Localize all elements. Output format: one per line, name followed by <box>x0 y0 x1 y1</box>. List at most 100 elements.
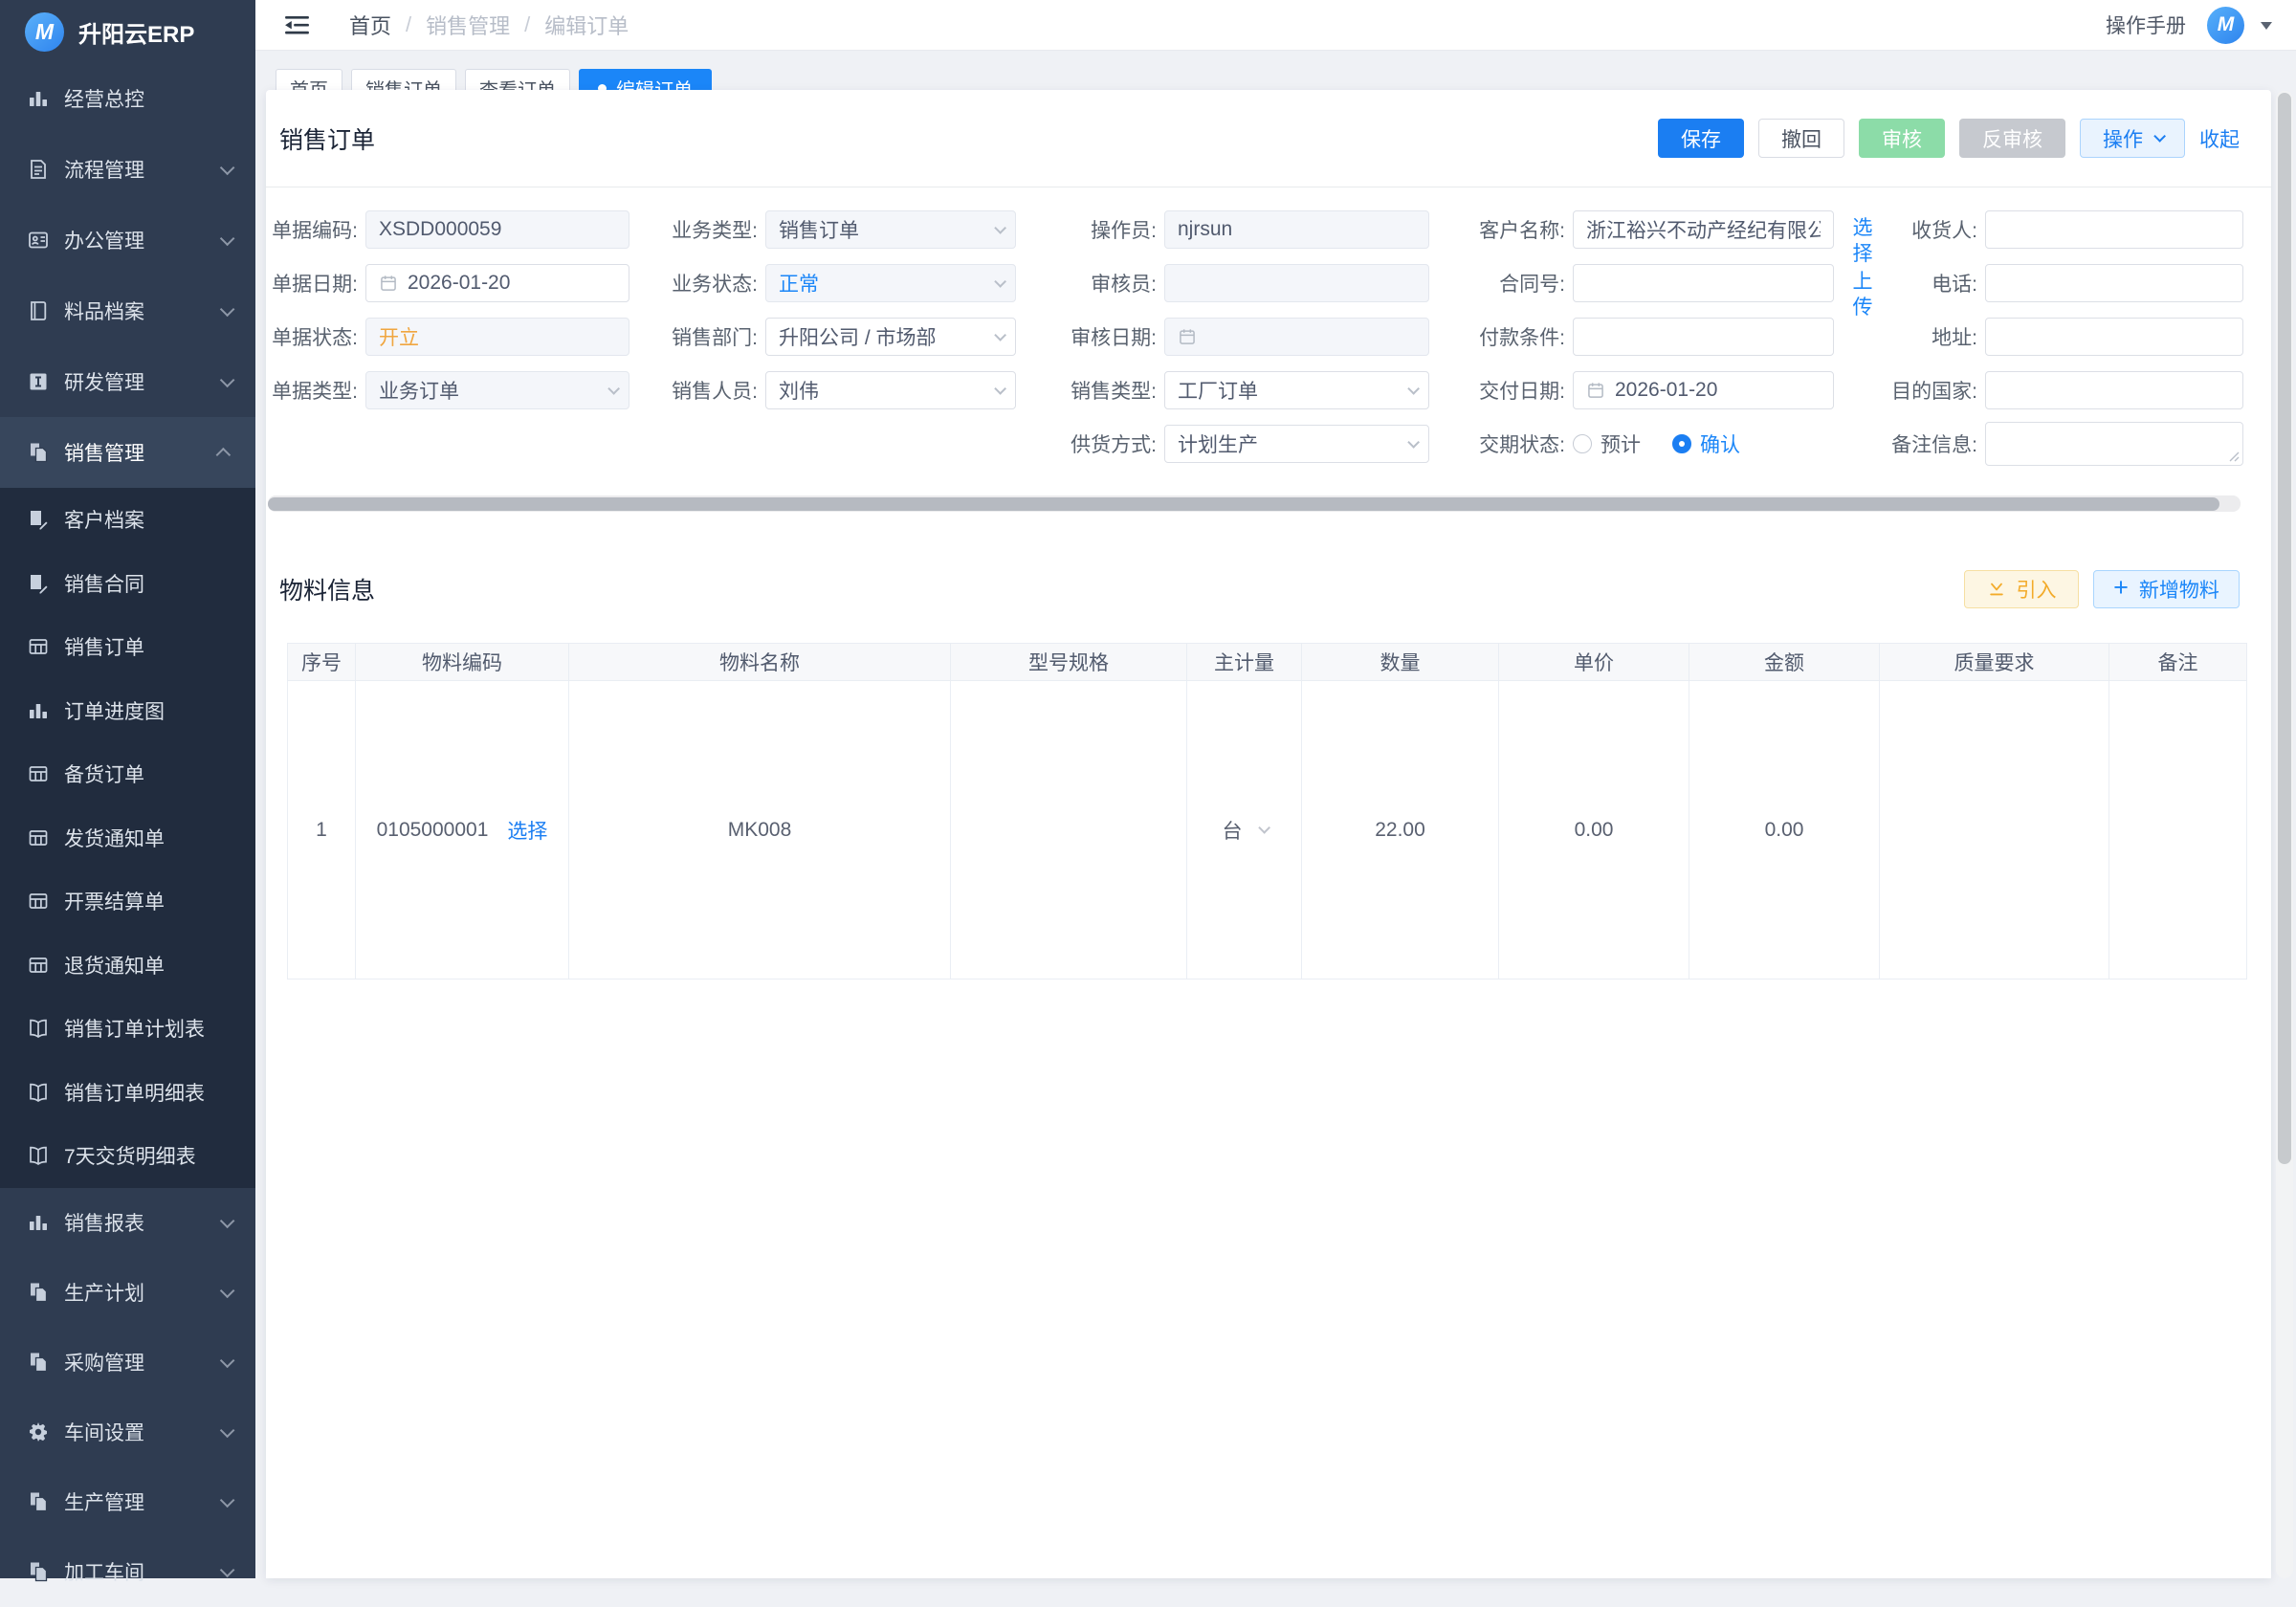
sidebar-item-sales-management[interactable]: 销售管理 <box>0 417 255 488</box>
topbar: 首页 / 销售管理 / 编辑订单 操作手册 M <box>255 0 2296 51</box>
sidebar-item-7day-delivery-report[interactable]: 7天交货明细表 <box>0 1124 255 1188</box>
sidebar-item-business-dashboard[interactable]: 经营总控 <box>0 63 255 134</box>
table-icon <box>27 890 50 913</box>
sidebar-item-sales-contract[interactable]: 销售合同 <box>0 552 255 616</box>
form-column-1: 单据编码: XSDD000059 单据日期: 2026-01-20 单据状态: … <box>270 210 629 409</box>
field-label: 单据日期: <box>270 269 365 297</box>
sidebar-item-customer-archives[interactable]: 客户档案 <box>0 488 255 552</box>
delivery-date-input[interactable]: 2026-01-20 <box>1573 371 1834 409</box>
sidebar-item-rd-management[interactable]: 研发管理 <box>0 346 255 417</box>
row-select-link[interactable]: 选择 <box>507 816 547 845</box>
col-header-name: 物料名称 <box>569 644 951 681</box>
doc-date-input[interactable]: 2026-01-20 <box>365 264 629 302</box>
sales-dept-select[interactable]: 升阳公司 / 市场部 <box>765 318 1016 356</box>
address-input[interactable] <box>1985 318 2243 356</box>
unaudit-button[interactable]: 反审核 <box>1959 119 2065 158</box>
sidebar-fold-icon[interactable] <box>285 15 309 35</box>
calendar-icon <box>379 274 398 293</box>
horizontal-scrollbar-thumb[interactable] <box>268 497 2219 511</box>
more-actions-button[interactable]: 操作 <box>2080 119 2185 158</box>
field-label: 销售类型: <box>1069 376 1164 405</box>
phone-input[interactable] <box>1985 264 2243 302</box>
sales-person-select[interactable]: 刘伟 <box>765 371 1016 409</box>
collapse-link[interactable]: 收起 <box>2199 124 2240 153</box>
sidebar-item-order-progress-chart[interactable]: 订单进度图 <box>0 679 255 743</box>
customer-select-link[interactable]: 选择 <box>1851 215 1874 267</box>
app-logo[interactable]: M 升阳云ERP <box>0 0 255 63</box>
chevron-down-icon <box>220 1283 235 1298</box>
col-header-seq: 序号 <box>288 644 356 681</box>
payment-terms-input[interactable] <box>1573 318 1834 356</box>
unit-select[interactable]: 台 <box>1187 816 1301 845</box>
chevron-down-icon <box>994 222 1006 234</box>
sidebar-item-shipment-notice[interactable]: 发货通知单 <box>0 806 255 870</box>
breadcrumb-sales-management[interactable]: 销售管理 <box>426 10 510 40</box>
resize-grip-icon[interactable] <box>2228 451 2240 462</box>
sidebar-item-workshop-settings[interactable]: 车间设置 <box>0 1398 255 1467</box>
horizontal-scrollbar-track[interactable] <box>268 495 2241 512</box>
chevron-down-icon <box>220 1492 235 1508</box>
col-header-qty: 数量 <box>1302 644 1499 681</box>
sidebar-item-sales-reports[interactable]: 销售报表 <box>0 1188 255 1258</box>
biz-type-select[interactable]: 销售订单 <box>765 210 1016 249</box>
avatar[interactable]: M <box>2207 7 2244 44</box>
radio-estimate[interactable] <box>1573 434 1592 453</box>
radio-confirm-label[interactable]: 确认 <box>1700 429 1740 458</box>
sidebar-item-material-archives[interactable]: 料品档案 <box>0 275 255 346</box>
auditor-input <box>1164 264 1429 302</box>
sidebar-item-sales-order-detail-report[interactable]: 销售订单明细表 <box>0 1061 255 1125</box>
chevron-down-icon <box>220 160 235 175</box>
sidebar-item-production-plan[interactable]: 生产计划 <box>0 1258 255 1328</box>
sidebar-item-invoice-settlement[interactable]: 开票结算单 <box>0 870 255 934</box>
breadcrumb-home[interactable]: 首页 <box>349 10 391 40</box>
sidebar-item-processing-workshop[interactable]: 加工车间 <box>0 1537 255 1607</box>
open-book-icon <box>27 1017 50 1040</box>
dest-country-input[interactable] <box>1985 371 2243 409</box>
sidebar-item-purchase-management[interactable]: 采购管理 <box>0 1328 255 1398</box>
book-icon <box>27 299 50 322</box>
sidebar-item-production-management[interactable]: 生产管理 <box>0 1467 255 1537</box>
sidebar-item-office-management[interactable]: 办公管理 <box>0 205 255 275</box>
biz-status-select[interactable]: 正常 <box>765 264 1016 302</box>
consignee-input[interactable] <box>1985 210 2243 249</box>
customer-name-input[interactable]: 浙江裕兴不动产经纪有限公司 <box>1573 210 1834 249</box>
sidebar-item-stock-prep-order[interactable]: 备货订单 <box>0 742 255 806</box>
form-column-5: 收货人: 电话: 地址: 目的国家: 备注信息: <box>1889 210 2243 463</box>
vertical-scrollbar-thumb[interactable] <box>2278 93 2291 1164</box>
field-label: 地址: <box>1889 322 1985 351</box>
field-label: 审核日期: <box>1069 322 1164 351</box>
radio-confirm[interactable] <box>1672 434 1691 453</box>
cell-amount: 0.00 <box>1689 681 1880 980</box>
field-label: 备注信息: <box>1889 429 1985 458</box>
chevron-down-icon <box>1407 436 1420 449</box>
add-material-button[interactable]: +新增物料 <box>2093 570 2240 608</box>
withdraw-button[interactable]: 撤回 <box>1758 119 1844 158</box>
import-button[interactable]: 引入 <box>1964 570 2079 608</box>
supply-mode-select[interactable]: 计划生产 <box>1164 425 1429 463</box>
manual-link[interactable]: 操作手册 <box>2106 11 2186 39</box>
sales-type-select[interactable]: 工厂订单 <box>1164 371 1429 409</box>
contract-upload-link[interactable]: 上传 <box>1851 269 1874 320</box>
audit-button[interactable]: 审核 <box>1859 119 1945 158</box>
sidebar-item-sales-order-plan-report[interactable]: 销售订单计划表 <box>0 997 255 1061</box>
radio-estimate-label[interactable]: 预计 <box>1601 429 1641 458</box>
logo-icon: M <box>25 12 64 52</box>
chevron-down-icon <box>220 231 235 246</box>
field-label: 合同号: <box>1477 269 1573 297</box>
import-icon <box>1987 580 2006 599</box>
remark-textarea[interactable] <box>1985 422 2243 466</box>
material-section-title: 物料信息 <box>279 572 375 606</box>
contract-no-input[interactable] <box>1573 264 1834 302</box>
field-label: 单据类型: <box>270 376 365 405</box>
operator-input: njrsun <box>1164 210 1429 249</box>
pages-icon <box>27 1490 50 1513</box>
sidebar-item-return-notice[interactable]: 退货通知单 <box>0 934 255 998</box>
save-button[interactable]: 保存 <box>1658 119 1744 158</box>
field-label: 销售部门: <box>670 322 765 351</box>
sidebar-item-process-management[interactable]: 流程管理 <box>0 134 255 205</box>
vertical-scrollbar-track[interactable] <box>2276 91 2293 1578</box>
user-menu-caret-icon[interactable] <box>2261 22 2272 35</box>
field-label: 审核员: <box>1069 269 1164 297</box>
sidebar-item-sales-order[interactable]: 销售订单 <box>0 615 255 679</box>
doc-type-select[interactable]: 业务订单 <box>365 371 629 409</box>
